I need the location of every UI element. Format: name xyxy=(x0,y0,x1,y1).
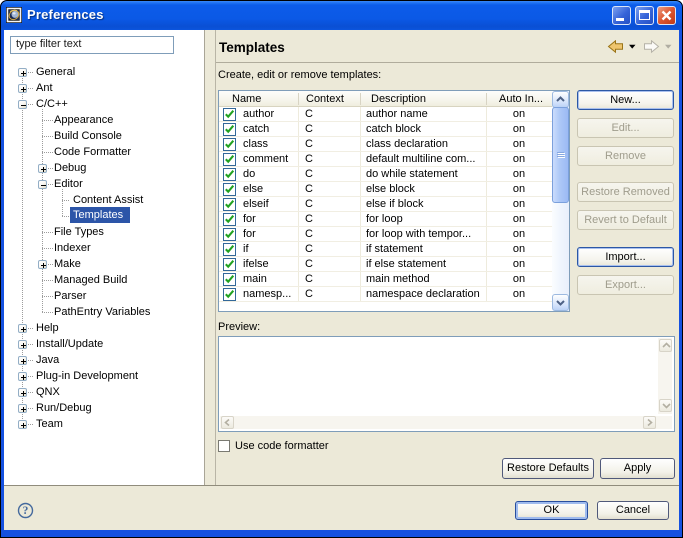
svg-text:?: ? xyxy=(23,505,29,517)
